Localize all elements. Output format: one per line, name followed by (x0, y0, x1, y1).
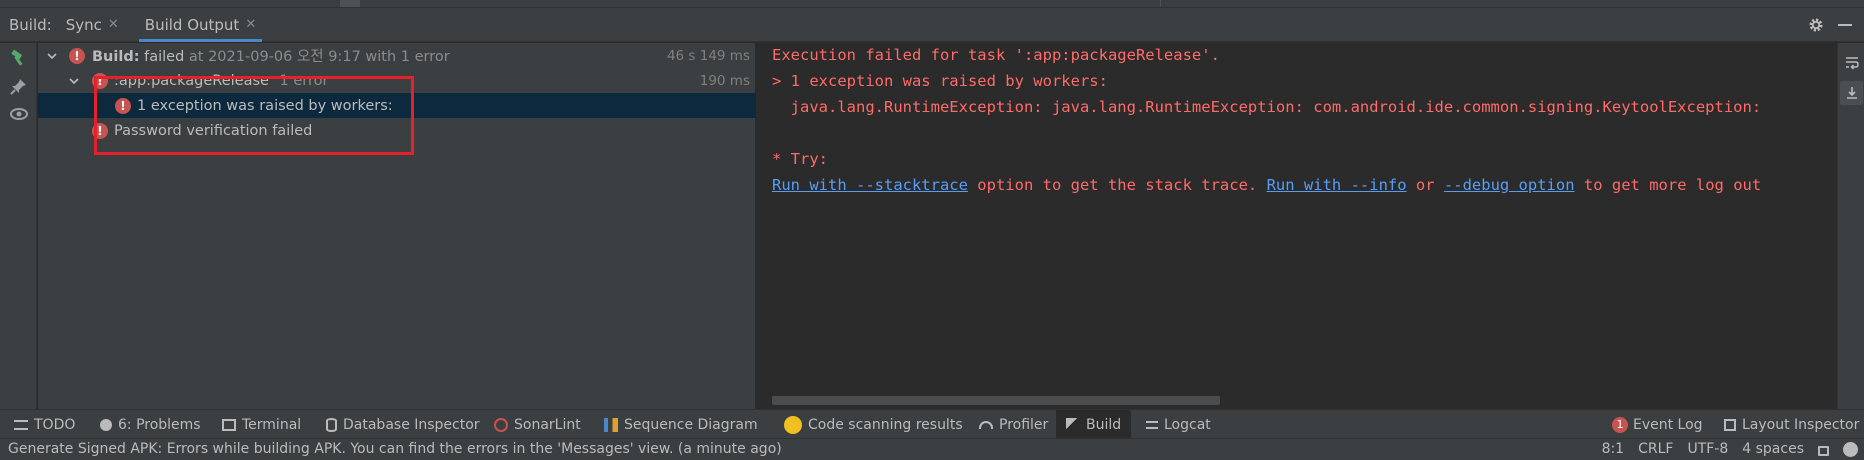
database-inspector-tab-label: Database Inspector (343, 416, 480, 433)
todo-tab[interactable]: TODO (14, 410, 75, 439)
problems-tab-label: 6: Problems (118, 416, 201, 433)
layout-inspector-icon (1724, 418, 1736, 431)
status-bar: Generate Signed APK: Errors while buildi… (0, 438, 1864, 460)
error-icon: ! (69, 47, 85, 64)
sequence-diagram-tab-label: Sequence Diagram (624, 416, 758, 433)
highlight-box (94, 76, 414, 155)
stacktrace-link[interactable]: Run with --stacktrace (772, 176, 968, 194)
console-line: * Try: (772, 150, 828, 168)
terminal-icon (222, 418, 236, 431)
profiler-tab[interactable]: Profiler (979, 410, 1048, 439)
task-time: 190 ms (699, 72, 750, 89)
scroll-to-end-icon[interactable] (1844, 85, 1860, 101)
problems-icon (100, 418, 112, 431)
status-message[interactable]: Generate Signed APK: Errors while buildi… (8, 441, 782, 457)
close-icon[interactable]: ✕ (108, 17, 119, 32)
console-line: Execution failed for task ':app:packageR… (772, 46, 1220, 64)
logcat-tab-label: Logcat (1164, 416, 1211, 433)
sonarlint-tab[interactable]: SonarLint (494, 410, 581, 439)
sonarlint-tab-label: SonarLint (514, 416, 581, 433)
build-tool-window-header: Build: Sync ✕ Build Output ✕ (0, 8, 1864, 42)
console-text: or (1406, 176, 1444, 194)
console-text: to get more log out (1574, 176, 1762, 194)
editor-tab-divider (1160, 0, 1161, 7)
code-scanning-tab-label: Code scanning results (808, 416, 963, 433)
build-root-status: failed (144, 49, 185, 65)
todo-tab-label: TODO (34, 416, 76, 433)
layout-inspector-tab-label: Layout Inspector (1742, 416, 1860, 433)
gear-icon[interactable] (1808, 17, 1824, 33)
terminal-tab-label: Terminal (242, 416, 302, 433)
editor-tab-strip (0, 0, 1864, 8)
code-scanning-tab[interactable]: Code scanning results (784, 410, 963, 439)
tab-build-output-label: Build Output (144, 15, 240, 34)
code-scanning-icon (784, 415, 802, 434)
tool-window-bar: TODO 6: Problems Terminal Database Inspe… (0, 409, 1864, 439)
file-encoding[interactable]: UTF-8 (1687, 441, 1728, 457)
event-log-tab-label: Event Log (1633, 416, 1703, 433)
minimize-icon[interactable] (1838, 24, 1852, 26)
indent-setting[interactable]: 4 spaces (1742, 441, 1804, 457)
eye-icon[interactable] (10, 105, 28, 123)
logcat-icon (1146, 420, 1158, 429)
problems-tab[interactable]: 6: Problems (100, 410, 201, 439)
build-tab-label: Build (1086, 416, 1122, 433)
build-root-label: Build: (92, 49, 140, 65)
build-left-toolbar (0, 43, 37, 409)
profiler-tab-label: Profiler (999, 416, 1049, 433)
profiler-icon (979, 420, 993, 429)
console-line: > 1 exception was raised by workers: (772, 72, 1108, 90)
list-icon (14, 419, 28, 430)
editor-tab-fragment[interactable] (340, 0, 360, 7)
chevron-down-icon[interactable] (46, 50, 58, 62)
tool-window-title: Build: (9, 15, 52, 34)
hammer-icon (1066, 417, 1080, 432)
logcat-tab[interactable]: Logcat (1146, 410, 1211, 439)
debug-link[interactable]: --debug option (1444, 176, 1575, 194)
console-line-try: Run with --stacktrace option to get the … (772, 176, 1761, 194)
pin-icon[interactable] (10, 77, 28, 95)
build-console[interactable]: Execution failed for task ':app:packageR… (757, 43, 1837, 409)
build-root-time: 46 s 149 ms (666, 47, 750, 64)
soft-wrap-icon[interactable] (1844, 55, 1860, 71)
console-line: java.lang.RuntimeException: java.lang.Ru… (772, 98, 1762, 116)
sequence-diagram-icon (604, 417, 618, 432)
horizontal-scrollbar[interactable] (772, 396, 1220, 405)
console-right-toolbar (1837, 43, 1864, 409)
database-inspector-tab[interactable]: Database Inspector (326, 410, 480, 439)
build-tab[interactable]: Build (1056, 410, 1132, 439)
event-log-badge: 1 (1612, 416, 1628, 433)
tree-row-build-root[interactable]: ! Build: failed at 2021-09-06 오전 9:17 wi… (38, 43, 756, 68)
tab-build-output[interactable]: Build Output ✕ (135, 8, 266, 42)
hammer-icon[interactable] (10, 49, 28, 67)
close-icon[interactable]: ✕ (245, 17, 256, 32)
caret-position[interactable]: 8:1 (1602, 441, 1625, 457)
smiley-icon[interactable] (1843, 441, 1858, 457)
tab-sync-label: Sync (65, 15, 102, 34)
database-icon (326, 417, 337, 432)
tab-sync[interactable]: Sync ✕ (56, 8, 129, 42)
build-root-detail: at 2021-09-06 오전 9:17 with 1 error (188, 49, 450, 65)
line-ending[interactable]: CRLF (1638, 441, 1673, 457)
sequence-diagram-tab[interactable]: Sequence Diagram (604, 410, 758, 439)
event-log-tab[interactable]: 1 Event Log (1612, 410, 1703, 439)
sonarlint-icon (494, 417, 508, 432)
layout-inspector-tab[interactable]: Layout Inspector (1724, 410, 1859, 439)
lock-icon[interactable] (1818, 446, 1829, 456)
terminal-tab[interactable]: Terminal (222, 410, 301, 439)
console-text: option to get the stack trace. (967, 176, 1267, 194)
info-link[interactable]: Run with --info (1267, 176, 1407, 194)
chevron-down-icon[interactable] (68, 75, 80, 87)
